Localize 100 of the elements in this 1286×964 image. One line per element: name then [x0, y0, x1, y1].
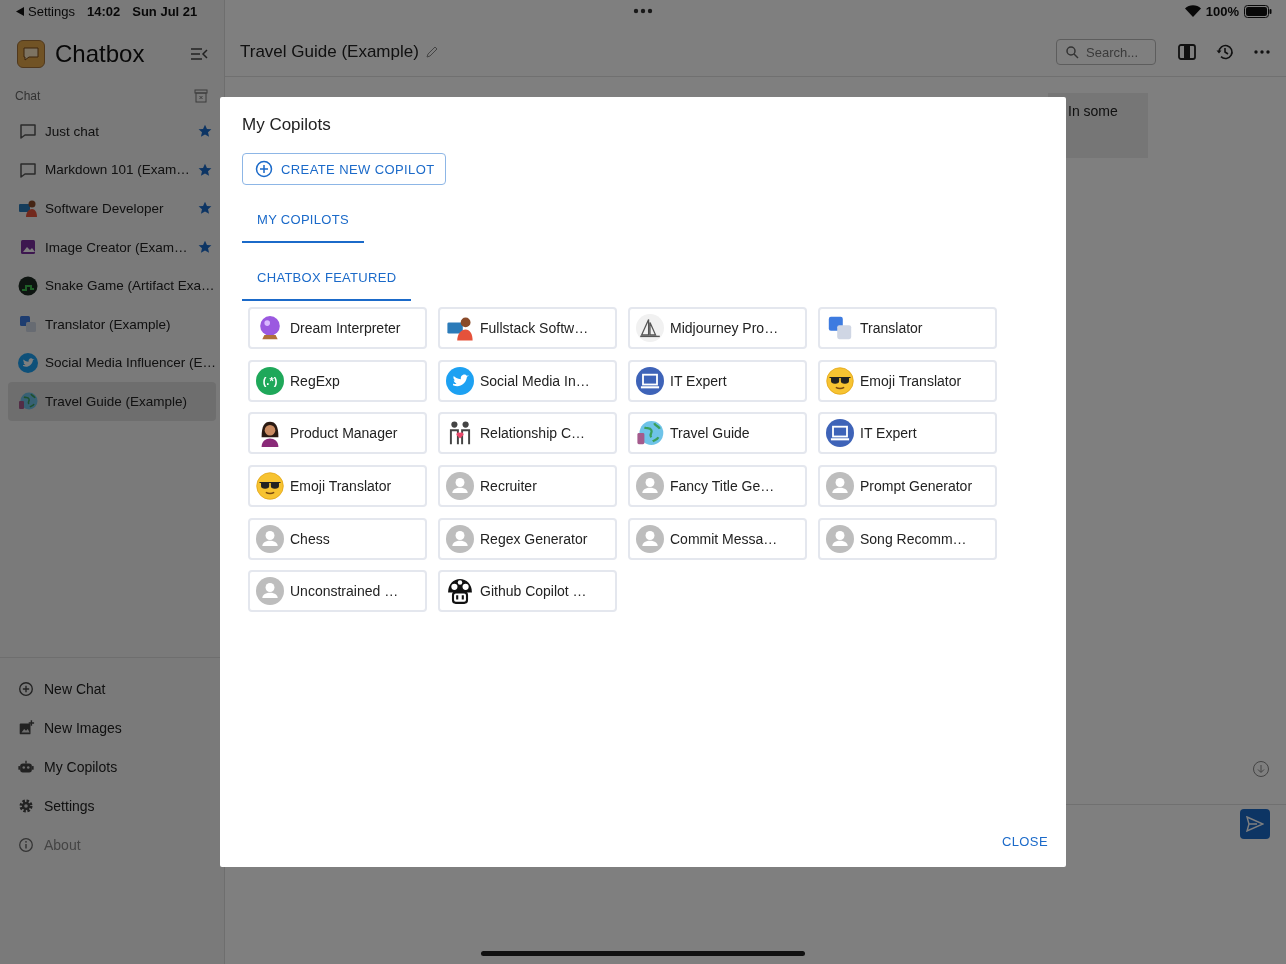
copilot-name: Emoji Translator	[290, 478, 392, 495]
chat-list-item[interactable]: Markdown 101 (Exam…	[8, 150, 216, 190]
star-icon[interactable]	[198, 240, 212, 255]
search-icon	[1066, 46, 1079, 59]
menu-item[interactable]: New Images	[0, 708, 224, 748]
sunglasses-emoji-icon	[256, 472, 284, 501]
menu-item[interactable]: My Copilots	[0, 747, 224, 787]
bird-icon	[446, 366, 474, 395]
copilot-card[interactable]: Fancy Title Ge…	[628, 465, 807, 508]
translate-icon	[826, 314, 854, 342]
search-field[interactable]: Search...	[1056, 39, 1156, 65]
chat-list-item[interactable]: Translator (Example)	[8, 304, 216, 344]
copilot-card[interactable]: Dream Interpreter	[248, 307, 427, 349]
copilot-name: Song Recomm…	[860, 530, 967, 547]
person-avatar-icon	[256, 524, 284, 553]
laptop-icon	[636, 366, 664, 395]
wifi-icon	[1184, 5, 1201, 17]
back-label[interactable]: Settings	[28, 3, 75, 19]
copilot-card[interactable]: Emoji Translator	[248, 465, 427, 508]
chat-list-item[interactable]: Social Media Influencer (E…	[8, 343, 216, 383]
person-avatar-icon	[636, 472, 664, 501]
back-arrow-icon[interactable]	[16, 6, 24, 16]
more-icon[interactable]	[1254, 50, 1270, 54]
translate-icon	[18, 314, 38, 335]
copilot-name: Social Media In…	[480, 372, 590, 389]
copilot-card[interactable]: Song Recomm…	[818, 517, 997, 560]
multitasking-dots-icon[interactable]	[633, 8, 653, 14]
history-icon[interactable]	[1216, 43, 1234, 61]
chat-list-item[interactable]: Travel Guide (Example)	[8, 382, 216, 421]
split-view-icon[interactable]	[1178, 44, 1196, 60]
laptop-icon	[826, 419, 854, 448]
person-avatar-icon	[636, 524, 664, 553]
copilot-name: Dream Interpreter	[290, 320, 401, 336]
status-date: Sun Jul 21	[132, 3, 198, 19]
menu-item[interactable]: New Chat	[0, 670, 224, 709]
person-avatar-icon	[446, 524, 474, 553]
scroll-down-icon[interactable]	[1252, 760, 1270, 778]
person-avatar-icon	[256, 577, 284, 606]
copilot-name: Recruiter	[480, 478, 537, 495]
plus-circle-icon	[255, 160, 273, 178]
star-icon[interactable]	[198, 201, 212, 216]
copilot-name: Product Manager	[290, 425, 398, 442]
chat-list-item[interactable]: Snake Game (Artifact Exa…	[8, 266, 216, 305]
copilot-card[interactable]: (.*) RegExp	[248, 359, 427, 402]
developer-icon	[18, 198, 38, 219]
copilot-card[interactable]: Recruiter	[438, 465, 617, 508]
copilot-name: Fullstack Softw…	[480, 320, 589, 336]
copilot-card[interactable]: Github Copilot …	[438, 570, 617, 613]
sailboat-icon	[636, 314, 664, 342]
create-copilot-button[interactable]: CREATE NEW COPILOT	[242, 153, 446, 185]
dialog-title: My Copilots	[242, 115, 332, 136]
tab[interactable]: MY COPILOTS	[242, 197, 364, 243]
pencil-icon[interactable]	[424, 45, 439, 59]
sunglasses-emoji-icon	[826, 366, 854, 395]
copilot-card[interactable]: Regex Generator	[438, 517, 617, 560]
close-button[interactable]: CLOSE	[1001, 828, 1048, 855]
copilot-card[interactable]: IT Expert	[818, 412, 997, 455]
battery-icon	[1244, 4, 1272, 18]
copilot-card[interactable]: Travel Guide	[628, 412, 807, 455]
chat-list-item[interactable]: Software Developer	[8, 189, 216, 228]
copilot-card[interactable]: Prompt Generator	[818, 465, 997, 508]
copilot-name: Relationship C…	[480, 425, 586, 442]
person-avatar-icon	[446, 472, 474, 501]
info-icon	[17, 835, 35, 854]
copilot-name: IT Expert	[860, 425, 917, 442]
bird-icon	[18, 352, 38, 373]
menu-item[interactable]: Settings	[0, 786, 224, 826]
chat-bubble-icon	[18, 121, 38, 142]
copilot-name: IT Expert	[670, 372, 727, 389]
person-avatar-icon	[826, 524, 854, 553]
copilot-name: Commit Messa…	[670, 530, 778, 547]
copilot-card[interactable]: Product Manager	[248, 412, 427, 455]
star-icon[interactable]	[198, 162, 212, 177]
chat-list-item[interactable]: Just chat	[8, 112, 216, 151]
copilot-card[interactable]: Commit Messa…	[628, 517, 807, 560]
copilot-card[interactable]: Social Media In…	[438, 359, 617, 402]
chat-list-item[interactable]: Image Creator (Exam…	[8, 227, 216, 267]
mushroom-icon	[446, 577, 474, 606]
tab[interactable]: CHATBOX FEATURED	[242, 255, 412, 301]
send-button[interactable]	[1240, 809, 1270, 839]
copilot-card[interactable]: Midjourney Pro…	[628, 307, 807, 349]
copilot-card[interactable]: Fullstack Softw…	[438, 307, 617, 349]
copilot-card[interactable]: Unconstrained …	[248, 570, 427, 613]
snake-game-icon	[18, 275, 38, 296]
copilot-card[interactable]: Translator	[818, 307, 997, 349]
star-icon[interactable]	[198, 124, 212, 139]
archive-icon[interactable]	[194, 89, 208, 103]
section-label: Chat	[15, 89, 41, 103]
copilot-card[interactable]: Emoji Translator	[818, 359, 997, 402]
copilot-card[interactable]: Chess	[248, 517, 427, 560]
copilot-name: Fancy Title Ge…	[670, 478, 775, 495]
copilot-card[interactable]: Relationship C…	[438, 412, 617, 455]
chat-title: Travel Guide (Example)	[240, 42, 419, 62]
copilot-name: Emoji Translator	[860, 372, 962, 389]
copilot-card[interactable]: IT Expert	[628, 359, 807, 402]
globe-icon	[18, 391, 38, 412]
copilot-name: Github Copilot …	[480, 583, 587, 600]
plus-circle-icon	[17, 680, 35, 699]
copilot-name: Chess	[290, 530, 330, 547]
collapse-sidebar-icon[interactable]	[190, 47, 208, 61]
